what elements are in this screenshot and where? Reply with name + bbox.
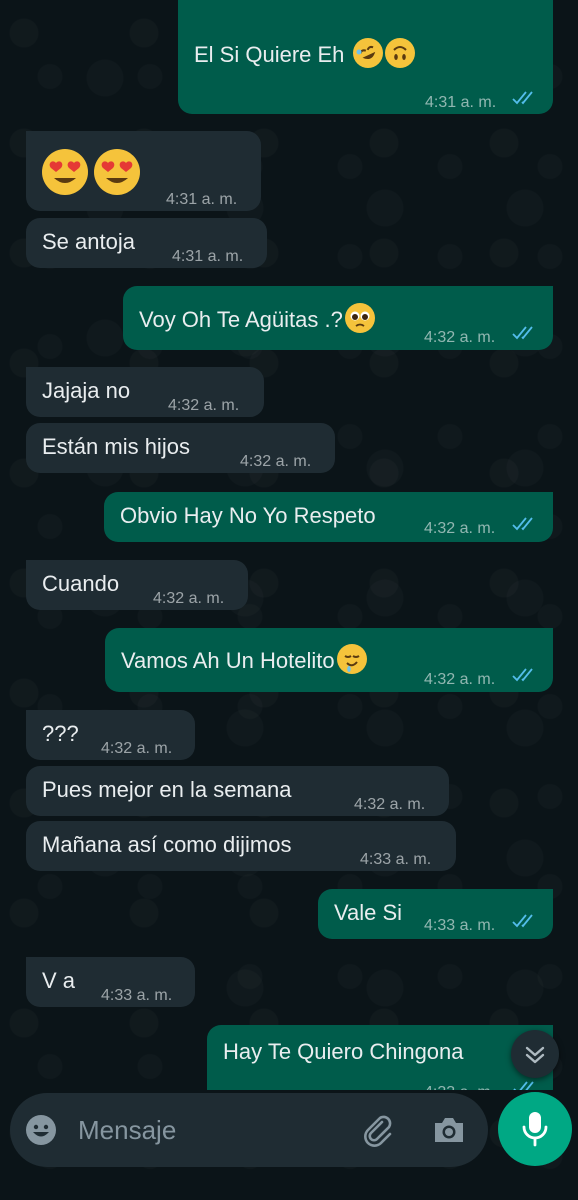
message-incoming[interactable]: Jajaja no 4:32 a. m.: [26, 367, 264, 417]
message-time: 4:33 a. m.: [360, 851, 432, 868]
message-text: Pues mejor en la semana: [42, 777, 292, 802]
message-text: Mañana así como dijimos: [42, 832, 292, 857]
message-outgoing[interactable]: Vamos Ah Un Hotelito 4:32 a. m.: [105, 628, 553, 692]
heart-eyes-emoji: [42, 149, 88, 195]
message-composer[interactable]: Mensaje: [10, 1093, 488, 1167]
read-ticks-icon: [512, 914, 533, 928]
message-text: Jajaja no: [42, 378, 131, 403]
drooling-emoji: [336, 644, 367, 674]
message-text: Están mis hijos: [42, 434, 190, 459]
message-outgoing[interactable]: El Si Quiere Eh 4:31 a. m.: [178, 0, 553, 114]
message-time: 4:31 a. m.: [172, 248, 244, 265]
message-incoming[interactable]: V a 4:33 a. m.: [26, 957, 195, 1007]
message-time: 4:31 a. m.: [425, 94, 497, 111]
read-ticks-icon: [512, 517, 533, 531]
scroll-to-bottom-button[interactable]: [511, 1030, 559, 1078]
voice-message-button[interactable]: [498, 1092, 572, 1166]
message-time: 4:32 a. m.: [153, 590, 225, 607]
upside-down-emoji: [384, 38, 415, 68]
rolling-laughing-emoji: [352, 38, 383, 68]
message-outgoing[interactable]: Voy Oh Te Agüitas .? 4:32 a. m.: [123, 286, 553, 350]
paperclip-icon[interactable]: [360, 1112, 396, 1148]
read-ticks-icon: [512, 326, 533, 340]
message-time: 4:32 a. m.: [424, 329, 496, 346]
message-time: 4:32 a. m.: [424, 520, 496, 537]
message-incoming[interactable]: 4:31 a. m.: [26, 131, 261, 211]
message-incoming[interactable]: Se antoja 4:31 a. m.: [26, 218, 267, 268]
message-text: ???: [42, 721, 79, 746]
message-time: 4:33 a. m.: [424, 917, 496, 934]
message-time: 4:32 a. m.: [354, 796, 426, 813]
message-time: 4:32 a. m.: [168, 397, 240, 414]
message-incoming[interactable]: ??? 4:32 a. m.: [26, 710, 195, 760]
read-ticks-icon: [513, 1081, 534, 1090]
message-time: 4:32 a. m.: [424, 671, 496, 688]
mic-icon: [522, 1112, 548, 1147]
message-text: El Si Quiere Eh: [194, 42, 345, 67]
message-text: V a: [42, 968, 76, 993]
double-chevron-down-icon: [525, 1046, 545, 1064]
message-time: 4:31 a. m.: [166, 191, 238, 208]
message-incoming[interactable]: Pues mejor en la semana 4:32 a. m.: [26, 766, 449, 816]
message-outgoing[interactable]: Vale Si 4:33 a. m.: [318, 889, 553, 939]
message-text: Vale Si: [334, 900, 403, 925]
emoji-icon[interactable]: [24, 1113, 58, 1147]
message-text: Obvio Hay No Yo Respeto: [120, 503, 376, 528]
message-incoming[interactable]: Están mis hijos 4:32 a. m.: [26, 423, 335, 473]
message-time: 4:32 a. m.: [101, 740, 173, 757]
message-text: Voy Oh Te Agüitas .?: [139, 307, 343, 332]
message-list[interactable]: El Si Quiere Eh 4:31 a. m. 4:31 a. m. Se…: [0, 0, 578, 1090]
message-input[interactable]: Mensaje: [78, 1115, 176, 1146]
read-ticks-icon: [512, 668, 533, 682]
message-time: 4:33 a. m.: [424, 1079, 495, 1090]
message-text: Se antoja: [42, 229, 135, 254]
message-text: Hay Te Quiero Chingona: [223, 1039, 464, 1064]
message-outgoing[interactable]: Obvio Hay No Yo Respeto 4:32 a. m.: [104, 492, 553, 542]
message-outgoing[interactable]: Hay Te Quiero Chingona 4:33 a. m.: [207, 1025, 553, 1090]
message-time: 4:33 a. m.: [101, 987, 173, 1004]
message-time: 4:32 a. m.: [240, 453, 312, 470]
message-text: Vamos Ah Un Hotelito: [121, 648, 335, 673]
pleading-emoji: [344, 303, 375, 333]
read-ticks-icon: [512, 91, 533, 105]
camera-icon[interactable]: [431, 1113, 467, 1147]
heart-eyes-emoji: [94, 149, 140, 195]
message-incoming[interactable]: Mañana así como dijimos 4:33 a. m.: [26, 821, 456, 871]
message-incoming[interactable]: Cuando 4:32 a. m.: [26, 560, 248, 610]
message-text: Cuando: [42, 571, 120, 596]
